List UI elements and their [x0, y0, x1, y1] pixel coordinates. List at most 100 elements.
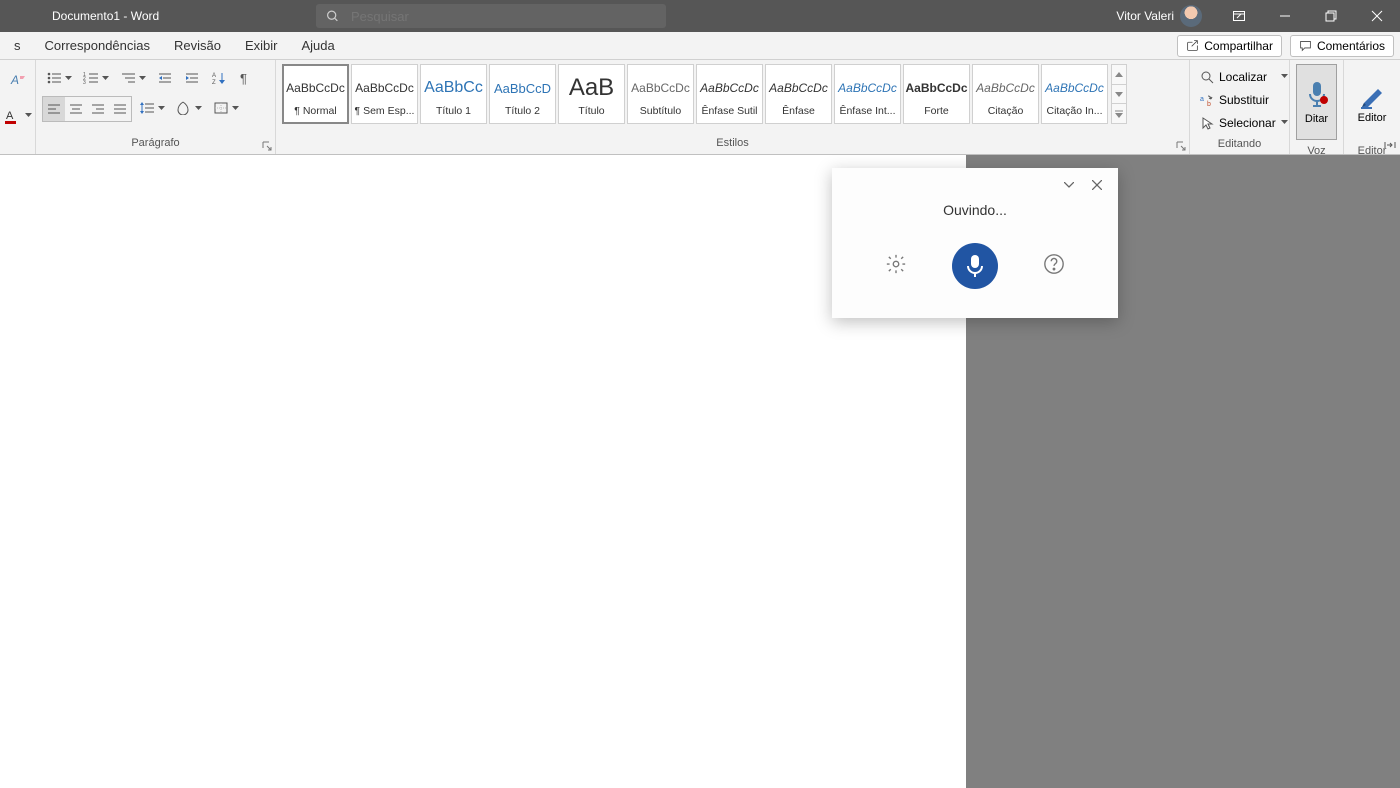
avatar[interactable] — [1180, 5, 1202, 27]
multilevel-list-button[interactable] — [116, 66, 150, 90]
help-icon — [1043, 253, 1065, 275]
document-title: Documento1 - Word — [52, 9, 159, 23]
tab-correspondencias[interactable]: Correspondências — [33, 32, 163, 59]
numbering-button[interactable]: 123 — [79, 66, 113, 90]
style-item[interactable]: AaBbCcDcForte — [903, 64, 970, 124]
share-icon — [1186, 39, 1199, 52]
share-button[interactable]: Compartilhar — [1177, 35, 1282, 57]
style-name: Ênfase — [766, 105, 831, 117]
borders-button[interactable] — [209, 96, 243, 120]
svg-text:b: b — [1207, 101, 1211, 107]
group-styles: AaBbCcDc¶ NormalAaBbCcDc¶ Sem Esp...AaBb… — [276, 60, 1190, 154]
find-icon — [1200, 70, 1214, 84]
style-preview: AaBbCcDc — [904, 71, 969, 105]
svg-text:A: A — [10, 73, 19, 87]
styles-down-button[interactable] — [1112, 85, 1126, 105]
editor-pen-icon — [1358, 81, 1386, 109]
replace-icon: ab — [1200, 93, 1214, 107]
tab-exibir[interactable]: Exibir — [233, 32, 290, 59]
ribbon: A A 123 AZ ¶ — [0, 60, 1400, 155]
select-button[interactable]: Selecionar — [1196, 112, 1292, 133]
tab-revisao[interactable]: Revisão — [162, 32, 233, 59]
svg-text:Z: Z — [212, 80, 216, 85]
search-box[interactable] — [316, 4, 666, 28]
maximize-icon[interactable] — [1308, 0, 1354, 32]
style-item[interactable]: AaBbCcDTítulo 2 — [489, 64, 556, 124]
style-name: Forte — [904, 105, 969, 117]
group-paragraph: 123 AZ ¶ Parágrafo — [36, 60, 276, 154]
style-item[interactable]: AaBbCcDc¶ Sem Esp... — [351, 64, 418, 124]
find-button[interactable]: Localizar — [1196, 66, 1292, 87]
styles-up-button[interactable] — [1112, 65, 1126, 85]
style-name: ¶ Normal — [284, 105, 347, 117]
style-name: Título — [559, 105, 624, 117]
align-justify-button[interactable] — [109, 97, 131, 121]
chevron-down-icon — [25, 113, 32, 118]
dictation-help-button[interactable] — [1043, 253, 1065, 280]
align-right-button[interactable] — [87, 97, 109, 121]
editor-button[interactable]: Editor — [1350, 64, 1394, 140]
style-item[interactable]: AaBbCcDcÊnfase — [765, 64, 832, 124]
dictation-panel: Ouvindo... — [832, 168, 1118, 318]
align-left-button[interactable] — [43, 97, 65, 121]
search-input[interactable] — [351, 9, 666, 24]
style-item[interactable]: AaBbCcDcCitação — [972, 64, 1039, 124]
decrease-indent-button[interactable] — [153, 66, 177, 90]
style-item[interactable]: AaBbCcDcCitação In... — [1041, 64, 1108, 124]
font-color-button[interactable]: A — [0, 104, 36, 128]
document-area — [0, 155, 1400, 788]
close-icon[interactable] — [1354, 0, 1400, 32]
show-marks-button[interactable]: ¶ — [234, 66, 256, 90]
line-spacing-button[interactable] — [135, 96, 169, 120]
styles-more-button[interactable] — [1112, 104, 1126, 123]
styles-gallery[interactable]: AaBbCcDc¶ NormalAaBbCcDc¶ Sem Esp...AaBb… — [282, 64, 1108, 124]
dictation-settings-button[interactable] — [885, 253, 907, 280]
clear-formatting-button[interactable]: A — [5, 68, 31, 92]
comments-label: Comentários — [1317, 39, 1385, 53]
increase-indent-button[interactable] — [180, 66, 204, 90]
styles-launcher-icon[interactable] — [1176, 141, 1186, 151]
style-item[interactable]: AaBbCcTítulo 1 — [420, 64, 487, 124]
group-editing: Localizar ab Substituir Selecionar Edita… — [1190, 60, 1290, 154]
style-item[interactable]: AaBbCcDcSubtítulo — [627, 64, 694, 124]
dictation-close-button[interactable] — [1086, 174, 1108, 196]
tab-partial[interactable]: s — [2, 32, 33, 59]
style-item[interactable]: AaBbCcDc¶ Normal — [282, 64, 349, 124]
dictation-minimize-button[interactable] — [1058, 174, 1080, 196]
shading-button[interactable] — [172, 96, 206, 120]
style-preview: AaBbCcD — [490, 71, 555, 105]
group-paragraph-label: Parágrafo — [36, 136, 275, 154]
document-page[interactable] — [0, 155, 966, 788]
style-item[interactable]: AaBbCcDcÊnfase Int... — [834, 64, 901, 124]
svg-text:3: 3 — [83, 80, 86, 85]
search-icon — [326, 9, 339, 23]
replace-button[interactable]: ab Substituir — [1196, 89, 1292, 110]
svg-text:¶: ¶ — [240, 71, 247, 85]
styles-scroll — [1111, 64, 1127, 124]
svg-text:a: a — [1200, 96, 1204, 103]
bullets-button[interactable] — [42, 66, 76, 90]
ribbon-display-icon[interactable] — [1216, 0, 1262, 32]
collapse-ribbon-icon[interactable] — [1383, 140, 1397, 150]
style-preview: AaBbCc — [421, 71, 486, 105]
tab-ajuda[interactable]: Ajuda — [290, 32, 347, 59]
select-label: Selecionar — [1219, 116, 1276, 130]
user-name[interactable]: Vitor Valeri — [1116, 9, 1174, 23]
style-preview: AaBbCcDc — [835, 71, 900, 105]
style-preview: AaBbCcDc — [973, 71, 1038, 105]
style-preview: AaBbCcDc — [284, 71, 347, 105]
style-name: Ênfase Int... — [835, 105, 900, 117]
style-preview: AaBbCcDc — [628, 71, 693, 105]
sort-button[interactable]: AZ — [207, 66, 231, 90]
gear-icon — [885, 253, 907, 275]
dictate-button[interactable]: Ditar — [1296, 64, 1337, 140]
style-item[interactable]: AaBTítulo — [558, 64, 625, 124]
minimize-icon[interactable] — [1262, 0, 1308, 32]
style-name: Ênfase Sutil — [697, 105, 762, 117]
style-item[interactable]: AaBbCcDcÊnfase Sutil — [696, 64, 763, 124]
comments-button[interactable]: Comentários — [1290, 35, 1394, 57]
dictation-mic-button[interactable] — [952, 243, 998, 289]
align-center-button[interactable] — [65, 97, 87, 121]
paragraph-launcher-icon[interactable] — [262, 141, 272, 151]
style-name: ¶ Sem Esp... — [352, 105, 417, 117]
